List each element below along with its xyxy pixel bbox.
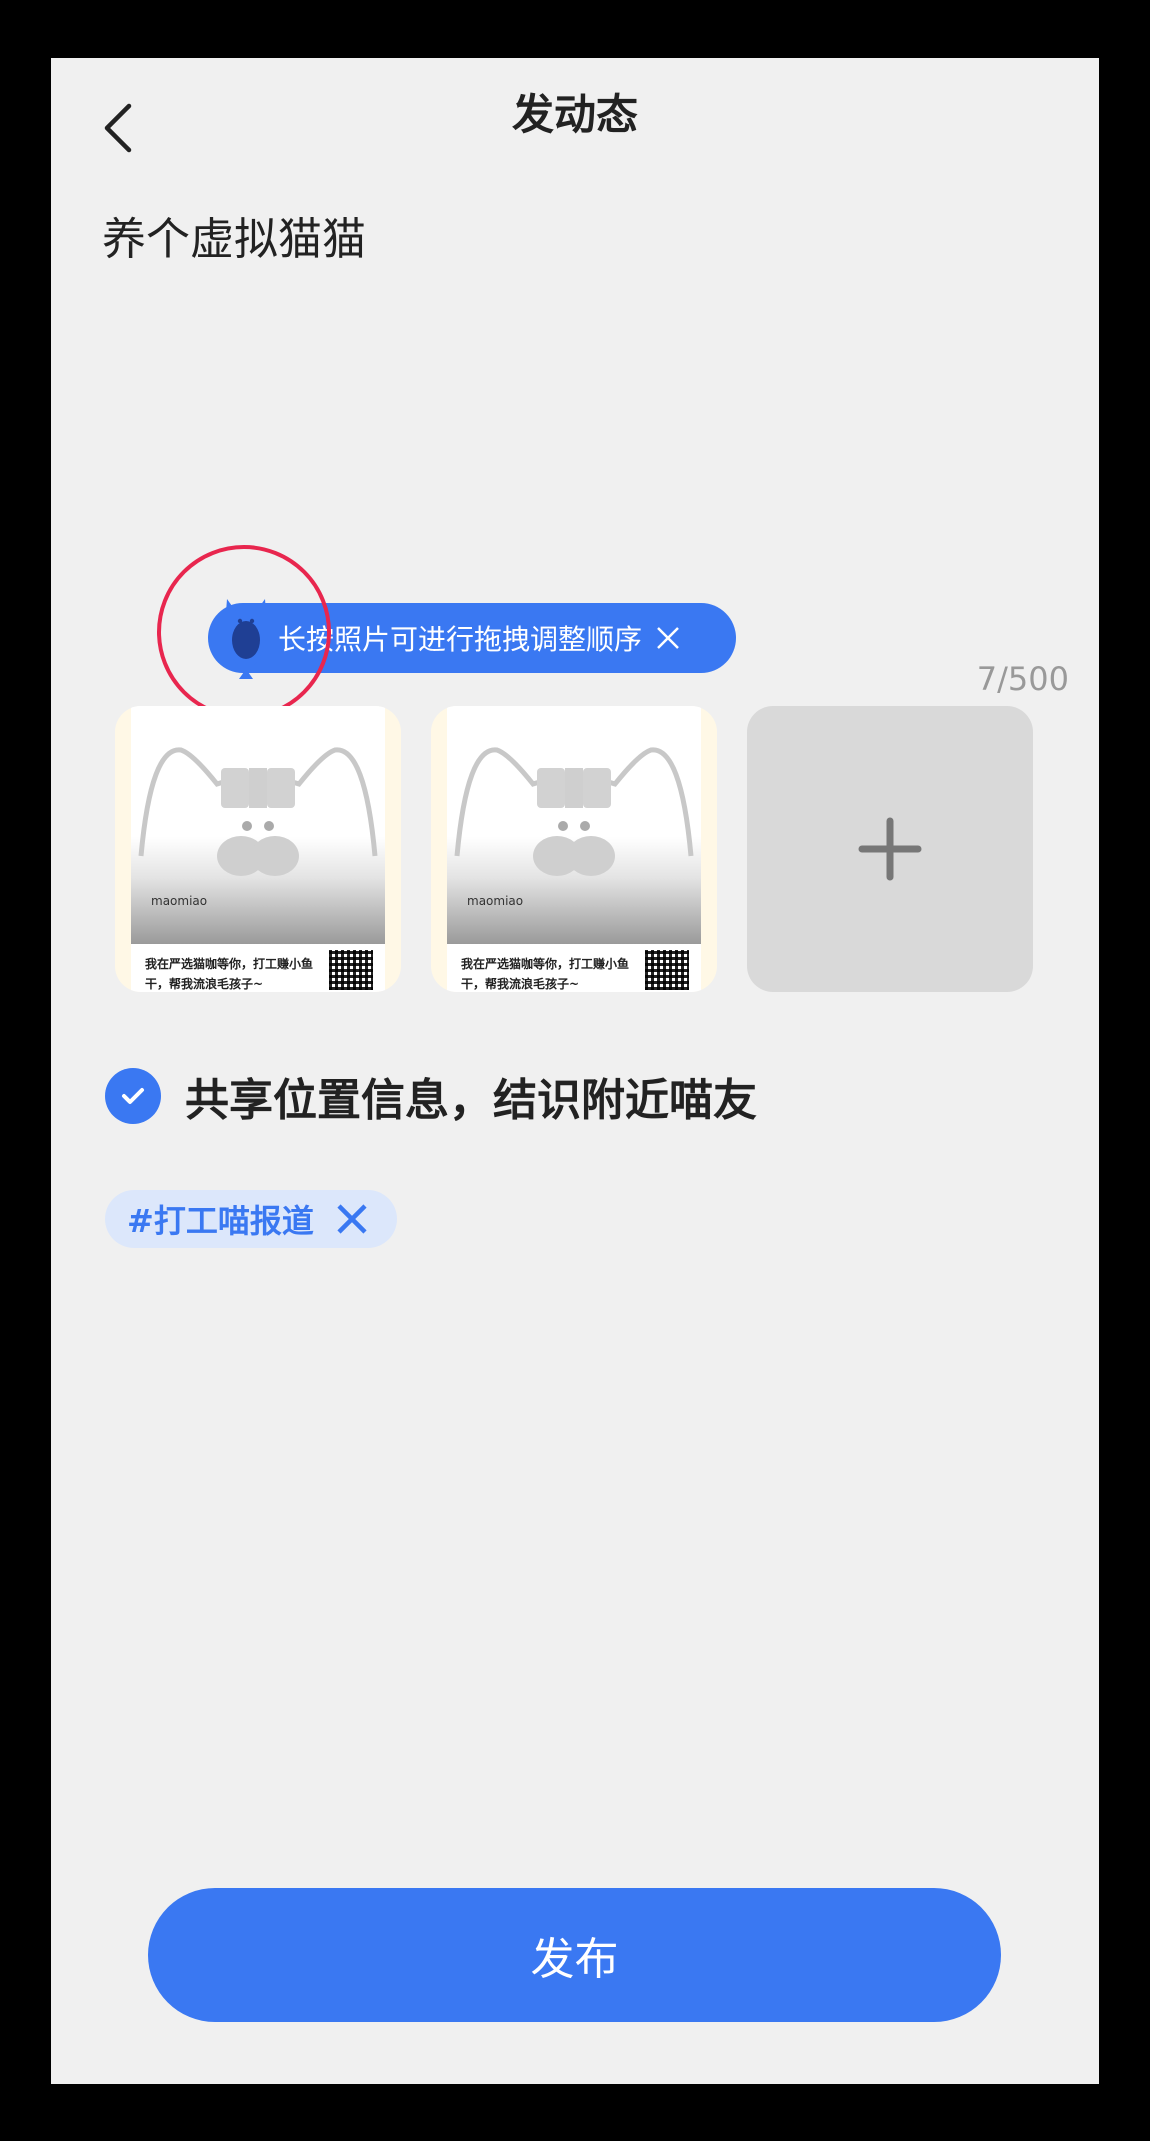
photo-caption: 我在严选猫咖等你，打工赚小鱼干，帮我流浪毛孩子~ [461,957,630,991]
photo-caption: 我在严选猫咖等你，打工赚小鱼干，帮我流浪毛孩子~ [145,957,314,991]
photo-thumbnail-2[interactable]: maomiao 我在严选猫咖等你，打工赚小鱼干，帮我流浪毛孩子~ [431,706,717,992]
screen: 发动态 养个虚拟猫猫 长按照片可进行拖拽调整顺序 7/500 maomiao 我… [51,58,1099,2084]
photo-card: maomiao 我在严选猫咖等你，打工赚小鱼干，帮我流浪毛孩子~ [447,706,701,992]
photo-brand: maomiao [151,894,208,908]
close-icon[interactable] [652,622,684,654]
page-title: 发动态 [511,90,638,139]
topic-tag[interactable]: #打工喵报道 [105,1190,397,1248]
photo-brand: maomiao [467,894,524,908]
publish-button[interactable]: 发布 [148,1888,1001,2022]
tooltip-text: 长按照片可进行拖拽调整顺序 [278,623,643,656]
reorder-tooltip: 长按照片可进行拖拽调整顺序 [208,603,736,673]
checkbox[interactable] [105,1068,161,1124]
post-text-input[interactable]: 养个虚拟猫猫 [102,208,1042,568]
cat-illustration [131,706,385,944]
cat-face-icon [138,747,378,876]
plus-icon [858,817,922,881]
char-count: 7/500 [976,660,1069,698]
photo-thumbnail-1[interactable]: maomiao 我在严选猫咖等你，打工赚小鱼干，帮我流浪毛孩子~ [115,706,401,992]
close-icon[interactable] [334,1201,370,1237]
add-photo-button[interactable] [747,706,1033,992]
qr-code-icon [329,950,373,990]
qr-code-icon [645,950,689,990]
check-icon [122,1088,144,1104]
cat-face-icon [454,747,694,876]
share-location-toggle[interactable]: 共享位置信息，结识附近喵友 [105,1061,757,1131]
cat-mascot-icon [225,599,267,679]
photo-card: maomiao 我在严选猫咖等你，打工赚小鱼干，帮我流浪毛孩子~ [131,706,385,992]
topic-label: #打工喵报道 [127,1202,314,1240]
cat-illustration [447,706,701,944]
share-location-label: 共享位置信息，结识附近喵友 [185,1075,757,1126]
